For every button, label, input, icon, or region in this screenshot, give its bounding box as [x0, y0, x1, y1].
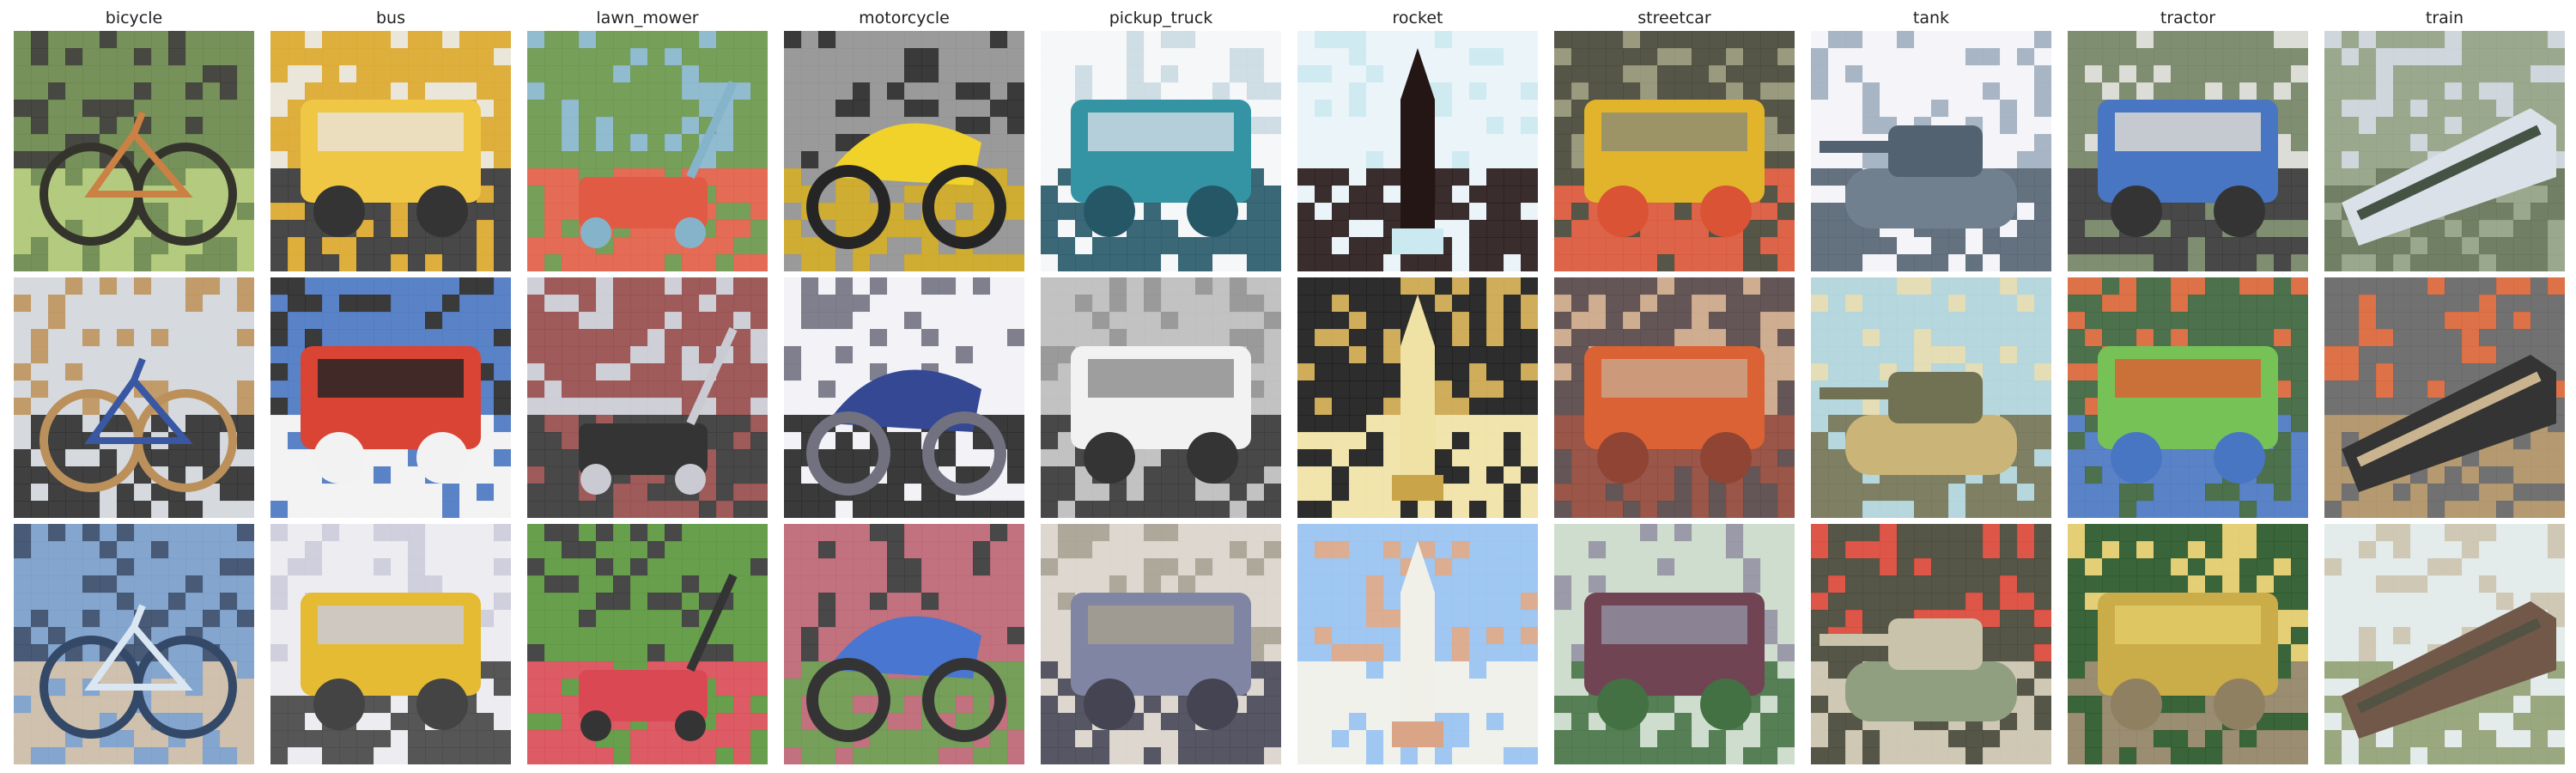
thumbnail-tractor-2: [2068, 277, 2308, 518]
thumbnail-lawn-mower-1: [527, 31, 768, 271]
thumbnail-lawn-mower-3: [527, 524, 768, 764]
column-title-tractor: tractor: [2160, 9, 2216, 27]
thumbnail-bus-1: [270, 31, 511, 271]
column-title-lawn-mower: lawn_mower: [596, 9, 699, 27]
thumbnail-tractor-1: [2068, 31, 2308, 271]
thumbnail-streetcar-3: [1554, 524, 1795, 764]
thumbnail-image: [1811, 524, 2051, 764]
thumbnail-pickup-truck-2: [1041, 277, 1281, 518]
thumbnail-image: [14, 31, 254, 271]
thumbnail-image: [14, 277, 254, 518]
thumbnail-image: [2068, 524, 2308, 764]
thumbnail-image: [14, 524, 254, 764]
thumbnail-image: [1811, 31, 2051, 271]
thumbnail-image: [1041, 277, 1281, 518]
thumbnail-image: [527, 277, 768, 518]
thumbnail-image: [784, 277, 1024, 518]
thumbnail-bus-2: [270, 277, 511, 518]
image-grid: bicycle bus lawn_mower motorcycle pickup…: [0, 0, 2576, 773]
thumbnail-image: [1041, 31, 1281, 271]
thumbnail-image: [270, 524, 511, 764]
column-title-pickup-truck: pickup_truck: [1109, 9, 1213, 27]
thumbnail-image: [784, 524, 1024, 764]
thumbnail-image: [2068, 31, 2308, 271]
thumbnail-rocket-2: [1297, 277, 1538, 518]
thumbnail-train-2: [2324, 277, 2565, 518]
thumbnail-bus-3: [270, 524, 511, 764]
thumbnail-image: [527, 31, 768, 271]
thumbnail-tank-2: [1811, 277, 2051, 518]
thumbnail-image: [1554, 277, 1795, 518]
column-title-bicycle: bicycle: [105, 9, 163, 27]
thumbnail-motorcycle-3: [784, 524, 1024, 764]
column-title-train: train: [2425, 9, 2464, 27]
thumbnail-image: [527, 524, 768, 764]
thumbnail-image: [2324, 524, 2565, 764]
thumbnail-image: [270, 277, 511, 518]
thumbnail-pickup-truck-3: [1041, 524, 1281, 764]
thumbnail-rocket-1: [1297, 31, 1538, 271]
thumbnail-image: [270, 31, 511, 271]
thumbnail-image: [1297, 277, 1538, 518]
thumbnail-tank-1: [1811, 31, 2051, 271]
column-title-bus: bus: [375, 9, 405, 27]
thumbnail-image: [1554, 524, 1795, 764]
thumbnail-train-3: [2324, 524, 2565, 764]
thumbnail-image: [1554, 31, 1795, 271]
thumbnail-lawn-mower-2: [527, 277, 768, 518]
thumbnail-pickup-truck-1: [1041, 31, 1281, 271]
column-title-tank: tank: [1912, 9, 1950, 27]
thumbnail-motorcycle-2: [784, 277, 1024, 518]
thumbnail-image: [1297, 31, 1538, 271]
column-title-rocket: rocket: [1392, 9, 1443, 27]
thumbnail-streetcar-2: [1554, 277, 1795, 518]
thumbnail-image: [1297, 524, 1538, 764]
thumbnail-bicycle-1: [14, 31, 254, 271]
thumbnail-motorcycle-1: [784, 31, 1024, 271]
thumbnail-image: [1041, 524, 1281, 764]
column-title-streetcar: streetcar: [1637, 9, 1711, 27]
thumbnail-image: [2068, 277, 2308, 518]
thumbnail-image: [2324, 277, 2565, 518]
thumbnail-train-1: [2324, 31, 2565, 271]
column-title-motorcycle: motorcycle: [859, 9, 950, 27]
thumbnail-bicycle-2: [14, 277, 254, 518]
thumbnail-image: [2324, 31, 2565, 271]
thumbnail-image: [1811, 277, 2051, 518]
thumbnail-bicycle-3: [14, 524, 254, 764]
thumbnail-rocket-3: [1297, 524, 1538, 764]
thumbnail-streetcar-1: [1554, 31, 1795, 271]
thumbnail-tank-3: [1811, 524, 2051, 764]
thumbnail-image: [784, 31, 1024, 271]
thumbnail-tractor-3: [2068, 524, 2308, 764]
